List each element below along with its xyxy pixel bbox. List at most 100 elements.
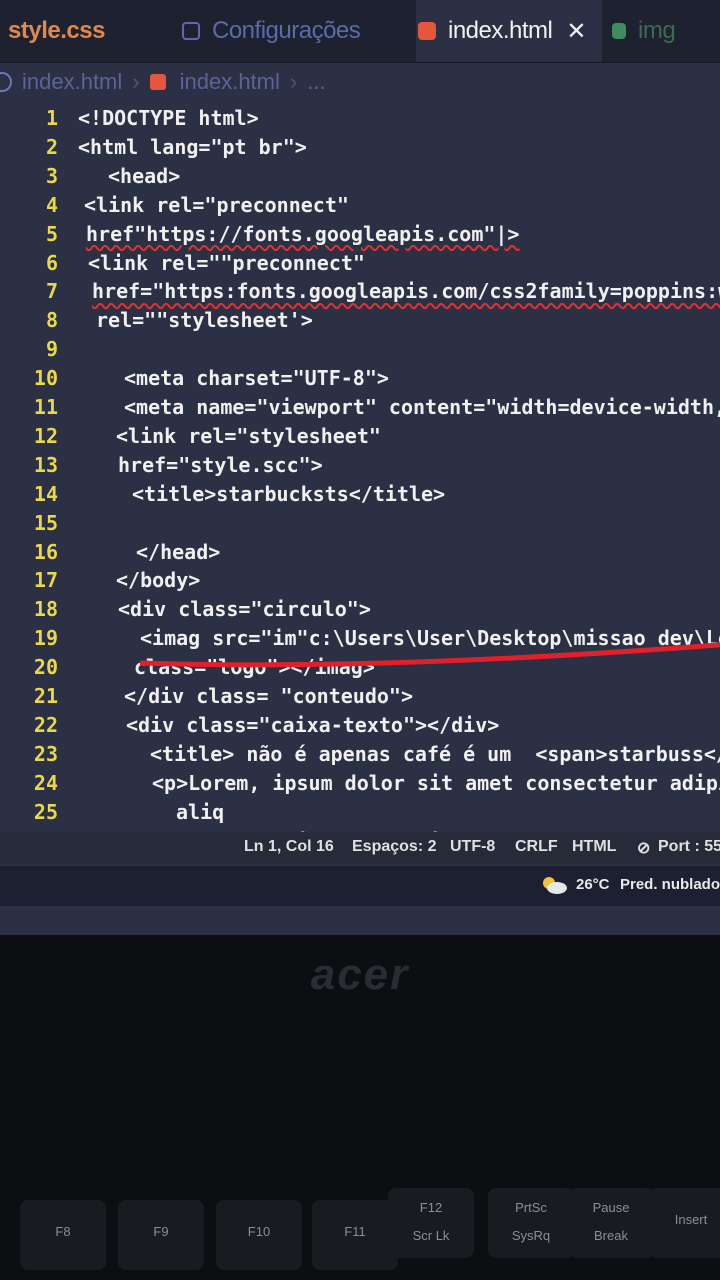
weather-temperature[interactable]: 26°C <box>576 876 610 893</box>
code-line[interactable]: 8 rel=""stylesheet'> <box>0 306 720 334</box>
code-text[interactable]: <head> <box>108 162 180 190</box>
code-text[interactable]: href"https://fonts.googleapis.com"|> <box>86 220 519 248</box>
key-label-top: PrtSc <box>515 1200 547 1215</box>
code-editor[interactable]: 1 <!DOCTYPE html> 2 <html lang="pt br"> 3 <he… <box>0 100 720 853</box>
key-label-top: Pause <box>592 1200 630 1215</box>
line-number: 3 <box>45 163 58 188</box>
code-line[interactable]: 6 <link rel=""preconnect" <box>0 249 720 277</box>
code-text[interactable]: href="style.scc"> <box>118 451 323 479</box>
key-label-bottom: F9 <box>153 1224 169 1239</box>
code-text[interactable]: </div class= "conteudo"> <box>124 682 413 710</box>
line-number: 24 <box>33 770 58 795</box>
code-text[interactable]: <imag src="im"c:\Users\User\Desktop\miss… <box>140 624 720 652</box>
code-line[interactable]: 17 </body> <box>0 566 720 594</box>
line-number: 20 <box>33 655 58 680</box>
keyboard-key[interactable]: PrtSc SysRq <box>488 1188 574 1258</box>
code-line[interactable]: 20 class="logo"></imag> <box>0 653 720 681</box>
laptop-brand-logo: acer <box>310 950 410 999</box>
line-number: 14 <box>33 481 58 506</box>
line-number: 22 <box>33 712 58 737</box>
line-number: 12 <box>33 423 58 448</box>
code-line[interactable]: 2 <html lang="pt br"> <box>0 133 720 161</box>
code-line[interactable]: 1 <!DOCTYPE html> <box>0 104 720 132</box>
code-line[interactable]: 22 <div class="caixa-texto"></div> <box>0 711 720 739</box>
encoding-setting[interactable]: UTF-8 <box>450 838 495 856</box>
block-icon: ⊘ <box>637 840 651 857</box>
code-line[interactable]: 18 <div class="circulo"> <box>0 595 720 623</box>
line-number: 6 <box>45 250 58 275</box>
line-number: 17 <box>33 568 58 593</box>
tab-image[interactable]: img <box>612 0 676 62</box>
key-label-bottom: Insert <box>674 1212 708 1227</box>
code-text[interactable]: <!DOCTYPE html> <box>78 104 259 132</box>
code-text[interactable]: <meta name="viewport" content="width=dev… <box>124 393 720 421</box>
cursor-position[interactable]: Ln 1, Col 16 <box>244 838 334 856</box>
code-line[interactable]: 4 <link rel="preconnect" <box>0 191 720 219</box>
code-line[interactable]: 13 href="style.scc"> <box>0 451 720 479</box>
circle-icon <box>0 72 12 92</box>
code-line[interactable]: 12 <link rel="stylesheet" <box>0 422 720 450</box>
code-text[interactable]: rel=""stylesheet'> <box>96 306 313 334</box>
code-text[interactable]: <div class="caixa-texto"></div> <box>126 711 499 739</box>
key-label-bottom: F10 <box>247 1224 271 1239</box>
indentation-setting[interactable]: Espaços: 2 <box>352 838 436 856</box>
language-mode[interactable]: HTML <box>572 838 616 856</box>
code-text[interactable]: href="https:fonts.googleapis.com/css2fam… <box>92 277 720 305</box>
keyboard-key[interactable]: F12 Scr Lk <box>388 1188 474 1258</box>
keyboard-key[interactable]: F8 <box>20 1200 106 1270</box>
keyboard-key[interactable]: F11 <box>312 1200 398 1270</box>
key-label-bottom: F11 <box>344 1224 366 1239</box>
code-text[interactable]: <html lang="pt br"> <box>78 133 307 161</box>
code-line[interactable]: 3 <head> <box>0 162 720 190</box>
code-text[interactable]: <title> não é apenas café é um <span>sta… <box>150 740 720 768</box>
line-number: 5 <box>45 221 58 246</box>
code-line[interactable]: 21 </div class= "conteudo"> <box>0 682 720 710</box>
code-line[interactable]: 15 <box>0 509 720 537</box>
line-number: 9 <box>45 337 58 362</box>
code-text[interactable]: <meta charset="UTF-8"> <box>124 364 389 392</box>
code-line[interactable]: 16 </head> <box>0 538 720 566</box>
breadcrumb-item[interactable]: ... <box>307 69 325 95</box>
close-icon[interactable]: ✕ <box>566 17 586 46</box>
key-label-top <box>118 1200 204 1212</box>
tab-index-html[interactable]: index.html ✕ <box>416 0 602 62</box>
tab-label: img <box>638 17 676 44</box>
tab-bar: style.css Configurações index.html ✕ img <box>0 0 720 63</box>
code-text[interactable]: class="logo"></imag> <box>134 653 375 681</box>
code-text[interactable]: <link rel=""preconnect" <box>88 249 365 277</box>
code-text[interactable]: aliq <box>176 798 224 826</box>
code-line[interactable]: 14 <title>starbucksts</title> <box>0 480 720 508</box>
code-line[interactable]: 25 aliq <box>0 798 720 826</box>
code-line[interactable]: 7 href="https:fonts.googleapis.com/css2fa… <box>0 277 720 305</box>
html5-icon <box>418 22 436 40</box>
breadcrumb-item[interactable]: index.html <box>22 69 122 95</box>
line-number: 25 <box>33 799 58 824</box>
tab-settings[interactable]: Configurações <box>182 0 361 62</box>
code-line[interactable]: 5 href"https://fonts.googleapis.com"|> <box>0 220 720 248</box>
keyboard-key[interactable]: F9 <box>118 1200 204 1270</box>
code-text[interactable]: </body> <box>116 566 200 594</box>
code-line[interactable]: 23 <title> não é apenas café é um <span>s… <box>0 740 720 768</box>
code-text[interactable]: <title>starbucksts</title> <box>132 480 445 508</box>
code-text[interactable]: <link rel="preconnect" <box>84 191 349 219</box>
code-text[interactable]: </head> <box>136 538 220 566</box>
breadcrumb-item[interactable]: index.html <box>180 69 280 95</box>
tab-style-css[interactable]: style.css <box>8 0 105 62</box>
code-line[interactable]: 9 <box>0 335 720 363</box>
live-server-port[interactable]: Port : 55 <box>658 838 720 856</box>
code-line[interactable]: 10 <meta charset="UTF-8"> <box>0 364 720 392</box>
keyboard-key[interactable]: F10 <box>216 1200 302 1270</box>
code-line[interactable]: 19 <imag src="im"c:\Users\User\Desktop\mi… <box>0 624 720 652</box>
code-text[interactable]: <link rel="stylesheet" <box>116 422 381 450</box>
line-ending-setting[interactable]: CRLF <box>515 838 558 856</box>
code-line[interactable]: 24 <p>Lorem, ipsum dolor sit amet consect… <box>0 769 720 797</box>
code-text[interactable]: <p>Lorem, ipsum dolor sit amet consectet… <box>152 769 720 797</box>
keyboard-key[interactable]: Insert <box>648 1188 720 1258</box>
code-text[interactable]: <div class="circulo"> <box>118 595 371 623</box>
code-line[interactable]: 11 <meta name="viewport" content="width=d… <box>0 393 720 421</box>
line-number: 21 <box>33 684 58 708</box>
weather-description[interactable]: Pred. nublado <box>620 876 720 893</box>
cloud-sun-icon <box>543 877 567 894</box>
keyboard-key[interactable]: Pause Break <box>568 1188 654 1258</box>
status-bar: Ln 1, Col 16 Espaços: 2 UTF-8 CRLF HTML … <box>0 832 720 864</box>
